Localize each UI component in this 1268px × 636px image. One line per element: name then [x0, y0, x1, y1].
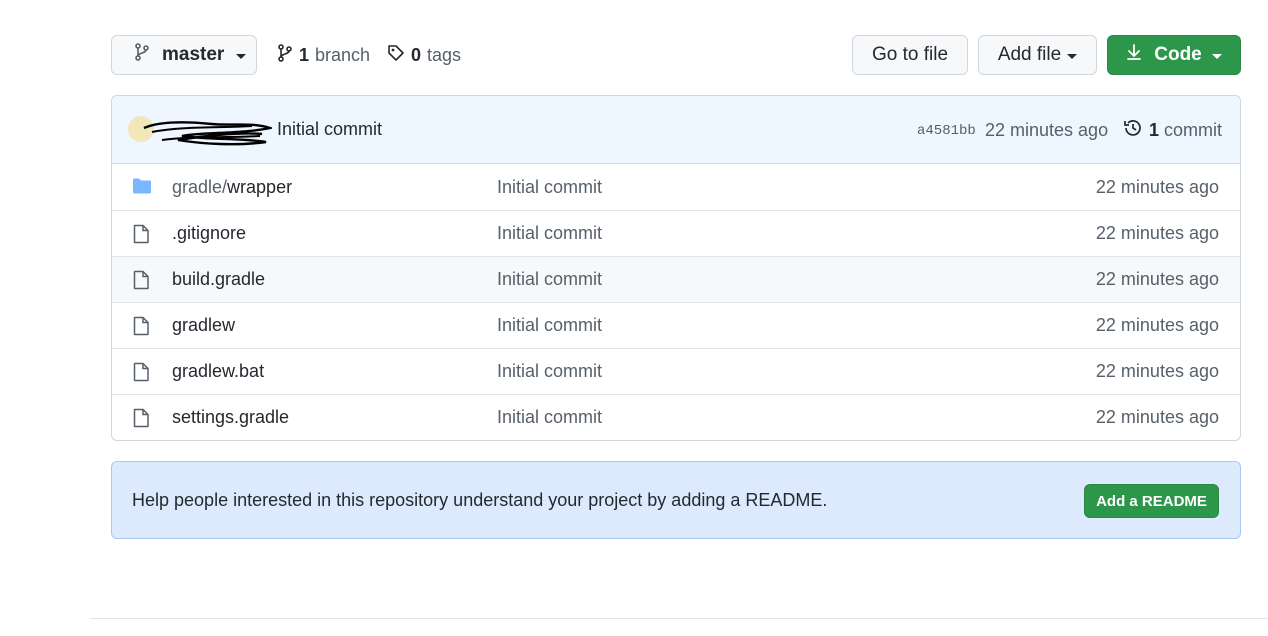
file-icon	[132, 316, 150, 341]
file-browser: Initial commit a4581bb 22 minutes ago 1 …	[111, 95, 1241, 441]
go-to-file-button[interactable]: Go to file	[852, 35, 968, 75]
git-branch-icon	[277, 43, 293, 67]
add-file-label: Add file	[997, 44, 1062, 65]
file-row[interactable]: gradlew.bat Initial commit 22 minutes ag…	[112, 348, 1240, 394]
add-readme-button[interactable]: Add a README	[1084, 484, 1219, 518]
code-button[interactable]: Code	[1107, 35, 1241, 75]
go-to-file-label: Go to file	[871, 44, 949, 65]
file-age: 22 minutes ago	[1095, 407, 1219, 427]
commits-history-link[interactable]: 1 commit	[1123, 118, 1222, 143]
file-name-link[interactable]: .gitignore	[172, 223, 246, 244]
file-age: 22 minutes ago	[1095, 269, 1219, 289]
file-commit-message[interactable]: Initial commit	[497, 407, 602, 428]
file-name: settings.gradle	[172, 407, 290, 427]
branch-count: 1	[299, 44, 310, 65]
file-commit-message[interactable]: Initial commit	[497, 361, 602, 382]
file-name-link[interactable]: settings.gradle	[172, 407, 289, 428]
readme-prompt: Help people interested in this repositor…	[111, 461, 1241, 539]
file-commit-message[interactable]: Initial commit	[497, 223, 602, 244]
tag-icon	[387, 44, 405, 67]
chevron-down-icon	[236, 54, 247, 59]
file-name: wrapper	[227, 176, 293, 197]
commit-age: 22 minutes ago	[985, 120, 1109, 140]
history-icon	[1123, 118, 1143, 143]
file-name-link[interactable]: gradlew.bat	[172, 361, 264, 382]
file-name-link[interactable]: gradle/wrapper	[172, 177, 292, 198]
file-age: 22 minutes ago	[1095, 223, 1219, 243]
readme-prompt-text: Help people interested in this repositor…	[132, 490, 828, 510]
add-file-button[interactable]: Add file	[978, 35, 1097, 75]
file-icon	[132, 224, 150, 249]
file-age: 22 minutes ago	[1095, 361, 1219, 381]
git-branch-icon	[134, 43, 150, 67]
branch-select-button[interactable]: master	[111, 35, 257, 75]
file-name: gradlew.bat	[172, 361, 265, 381]
redacted-author-scribble	[143, 121, 272, 146]
file-age: 22 minutes ago	[1095, 176, 1219, 197]
file-row[interactable]: build.gradle Initial commit 22 minutes a…	[112, 256, 1240, 302]
file-name: build.gradle	[172, 269, 266, 289]
file-name: .gitignore	[172, 223, 247, 243]
code-label: Code	[1154, 44, 1202, 65]
download-icon	[1126, 43, 1142, 67]
commit-message-link[interactable]: Initial commit	[277, 119, 382, 140]
tag-count: 0	[411, 44, 422, 65]
file-row[interactable]: gradle/wrapper Initial commit 22 minutes…	[112, 164, 1240, 210]
file-row[interactable]: settings.gradle Initial commit 22 minute…	[112, 394, 1240, 440]
chevron-down-icon	[1211, 54, 1222, 59]
file-commit-message[interactable]: Initial commit	[497, 177, 602, 198]
folder-icon	[132, 177, 152, 200]
chevron-down-icon	[1067, 54, 1078, 59]
latest-commit-bar: Initial commit a4581bb 22 minutes ago 1 …	[112, 96, 1240, 164]
tags-link[interactable]: 0 tags	[387, 35, 461, 75]
branch-name: master	[162, 44, 225, 65]
commit-count: 1	[1149, 120, 1160, 140]
file-list: gradle/wrapper Initial commit 22 minutes…	[112, 164, 1240, 440]
file-row[interactable]: .gitignore Initial commit 22 minutes ago	[112, 210, 1240, 256]
file-icon	[132, 270, 150, 295]
dir-prefix: gradle/	[172, 176, 228, 197]
branch-word: branch	[315, 44, 371, 65]
file-age: 22 minutes ago	[1095, 315, 1219, 335]
footer-divider	[90, 618, 1268, 619]
file-icon	[132, 362, 150, 387]
commit-word: commit	[1164, 120, 1223, 140]
file-row[interactable]: gradlew Initial commit 22 minutes ago	[112, 302, 1240, 348]
file-icon	[132, 408, 150, 433]
commit-sha-link[interactable]: a4581bb	[917, 123, 976, 139]
file-name-link[interactable]: build.gradle	[172, 269, 265, 290]
file-commit-message[interactable]: Initial commit	[497, 315, 602, 336]
branches-link[interactable]: 1 branch	[277, 35, 370, 75]
file-name-link[interactable]: gradlew	[172, 315, 235, 336]
tag-word: tags	[427, 44, 462, 65]
file-commit-message[interactable]: Initial commit	[497, 269, 602, 290]
repo-toolbar: master 1 branch 0 tags Go to file Add fi…	[111, 35, 1241, 75]
file-name: gradlew	[172, 315, 236, 335]
